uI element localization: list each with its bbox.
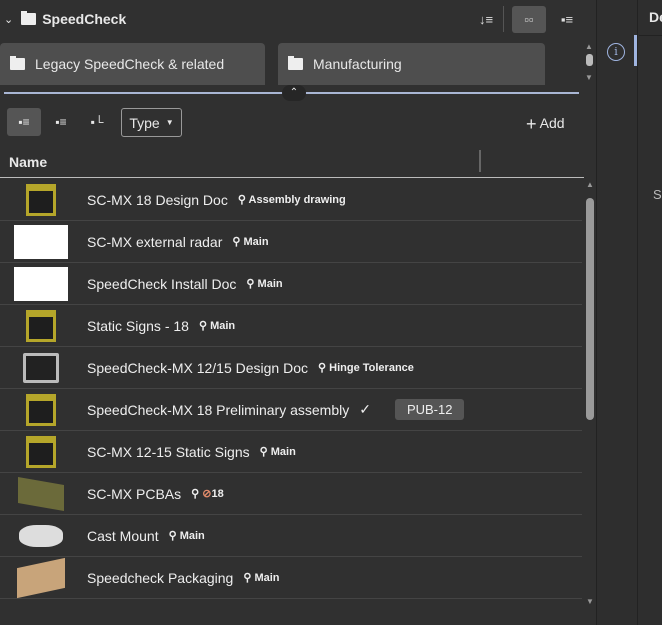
- collapse-up-icon[interactable]: ⌃: [282, 85, 306, 101]
- folder-label: Manufacturing: [313, 56, 402, 72]
- document-thumbnail: [14, 519, 68, 553]
- document-name[interactable]: Speedcheck Packaging: [87, 570, 233, 586]
- folder-label: Legacy SpeedCheck & related: [35, 56, 225, 72]
- scrollbar-thumb[interactable]: [586, 198, 594, 420]
- document-thumbnail: [14, 435, 68, 469]
- folder-scrollbar[interactable]: ▲ ▼: [584, 40, 594, 84]
- sort-icon[interactable]: ↓≡: [474, 8, 498, 30]
- details-panel: De S: [639, 0, 662, 625]
- add-label: Add: [539, 115, 565, 131]
- checklist-view-icon[interactable]: ▪≡: [44, 108, 78, 136]
- list-view-icon[interactable]: ▪≡: [552, 6, 582, 33]
- info-icon[interactable]: i: [607, 43, 625, 61]
- release-badge[interactable]: PUB-12: [394, 399, 465, 420]
- document-thumbnail: [14, 309, 68, 343]
- divider: [639, 35, 662, 36]
- table-row[interactable]: SC-MX PCBAs ⚲ ⊘18: [0, 473, 582, 515]
- folder-header: ⌄ SpeedCheck: [0, 0, 597, 38]
- type-filter-dropdown[interactable]: Type ▼: [121, 108, 182, 137]
- branch-tag: ⚲ Main: [169, 529, 205, 542]
- tree-view-icon[interactable]: ▪└: [80, 108, 114, 136]
- folder-title: SpeedCheck: [42, 11, 127, 27]
- branch-label: Main: [257, 278, 283, 290]
- document-thumbnail: [14, 183, 68, 217]
- document-name[interactable]: SC-MX 18 Design Doc: [87, 192, 228, 208]
- caret-down-icon: ▼: [165, 118, 174, 127]
- document-thumbnail: [14, 351, 68, 385]
- branch-label: Assembly drawing: [248, 194, 346, 206]
- type-label: Type: [129, 114, 160, 131]
- add-button[interactable]: + Add: [526, 114, 565, 135]
- folder-icon: [21, 11, 37, 25]
- branch-label: Main: [254, 572, 280, 584]
- branch-tag: ⚲ Hinge Tolerance: [318, 361, 414, 374]
- branch-tag: ⚲ Main: [243, 571, 279, 584]
- table-row[interactable]: SC-MX 18 Design Doc ⚲ Assembly drawing: [0, 179, 582, 221]
- branch-label: Main: [243, 236, 269, 248]
- document-name[interactable]: SC-MX 12-15 Static Signs: [87, 444, 250, 460]
- grid-view-icon[interactable]: ▫▫: [512, 6, 546, 33]
- table-row[interactable]: SC-MX 12-15 Static Signs ⚲ Main: [0, 431, 582, 473]
- document-thumbnail: [14, 557, 68, 599]
- branch-icon: ⚲: [318, 362, 327, 374]
- branch-icon: ⚲: [198, 320, 207, 332]
- branch-tag: ⚲ Main: [246, 277, 282, 290]
- table-row[interactable]: SC-MX external radar ⚲ Main: [0, 221, 582, 263]
- document-name[interactable]: SC-MX PCBAs: [87, 486, 181, 502]
- branch-label: Main: [270, 446, 296, 458]
- branch-tag: ⚲ Main: [199, 319, 235, 332]
- document-list: SC-MX 18 Design Doc ⚲ Assembly drawing SC-…: [0, 179, 582, 599]
- divider: [503, 6, 504, 32]
- branch-label: 18: [211, 488, 224, 500]
- document-thumbnail: [14, 393, 68, 427]
- document-thumbnail: [14, 476, 68, 512]
- column-header-name[interactable]: Name: [0, 146, 584, 178]
- folder-icon: [10, 56, 25, 70]
- table-row[interactable]: SpeedCheck-MX 18 Preliminary assembly ✓ PU…: [0, 389, 582, 431]
- document-name[interactable]: SpeedCheck Install Doc: [87, 276, 236, 292]
- chevron-down-icon[interactable]: ⌄: [4, 13, 13, 26]
- table-row[interactable]: Cast Mount ⚲ Main: [0, 515, 582, 557]
- branch-icon: ⚲: [232, 236, 241, 248]
- scroll-down-icon[interactable]: ▼: [584, 597, 596, 606]
- active-indicator: [634, 35, 637, 66]
- branch-icon: ⚲: [191, 488, 200, 500]
- document-name[interactable]: SpeedCheck-MX 12/15 Design Doc: [87, 360, 308, 376]
- branch-icon: ⚲: [168, 530, 177, 542]
- document-name[interactable]: Cast Mount: [87, 528, 159, 544]
- branch-label: Main: [210, 320, 236, 332]
- branch-icon: ⚲: [246, 278, 255, 290]
- branch-tag: ⚲ Main: [260, 445, 296, 458]
- table-row[interactable]: Speedcheck Packaging ⚲ Main: [0, 557, 582, 599]
- document-thumbnail: [14, 225, 68, 259]
- column-resize-handle[interactable]: [479, 150, 481, 172]
- branch-tag: ⚲ ⊘18: [191, 487, 224, 500]
- branch-label: Main: [179, 530, 205, 542]
- release-icon: ✓: [359, 401, 371, 417]
- branch-icon: ⚲: [243, 572, 252, 584]
- name-header-label: Name: [9, 154, 48, 170]
- folder-card-legacy[interactable]: Legacy SpeedCheck & related: [0, 43, 265, 85]
- side-rail: i: [598, 0, 638, 625]
- details-text: S: [653, 187, 662, 202]
- folder-card-manufacturing[interactable]: Manufacturing: [278, 43, 545, 85]
- table-row[interactable]: SpeedCheck-MX 12/15 Design Doc ⚲ Hinge To…: [0, 347, 582, 389]
- table-row[interactable]: Static Signs - 18 ⚲ Main: [0, 305, 582, 347]
- document-name[interactable]: SpeedCheck-MX 18 Preliminary assembly: [87, 402, 349, 418]
- documents-panel: ⌄ SpeedCheck ↓≡ ▫▫ ▪≡ Legacy SpeedCheck …: [0, 0, 597, 625]
- folder-icon: [288, 56, 303, 70]
- branch-icon: ⚲: [237, 194, 246, 206]
- plus-icon: +: [526, 114, 537, 134]
- details-view-icon[interactable]: ▪≡: [7, 108, 41, 136]
- branch-icon: ⚲: [259, 446, 268, 458]
- document-name[interactable]: SC-MX external radar: [87, 234, 222, 250]
- document-thumbnail: [14, 267, 68, 301]
- document-name[interactable]: Static Signs - 18: [87, 318, 189, 334]
- branch-tag: ⚲ Assembly drawing: [238, 193, 346, 206]
- branch-label: Hinge Tolerance: [329, 362, 414, 374]
- scroll-up-icon[interactable]: ▲: [584, 180, 596, 189]
- table-row[interactable]: SpeedCheck Install Doc ⚲ Main: [0, 263, 582, 305]
- details-header: De: [649, 9, 662, 25]
- branch-tag: ⚲ Main: [232, 235, 268, 248]
